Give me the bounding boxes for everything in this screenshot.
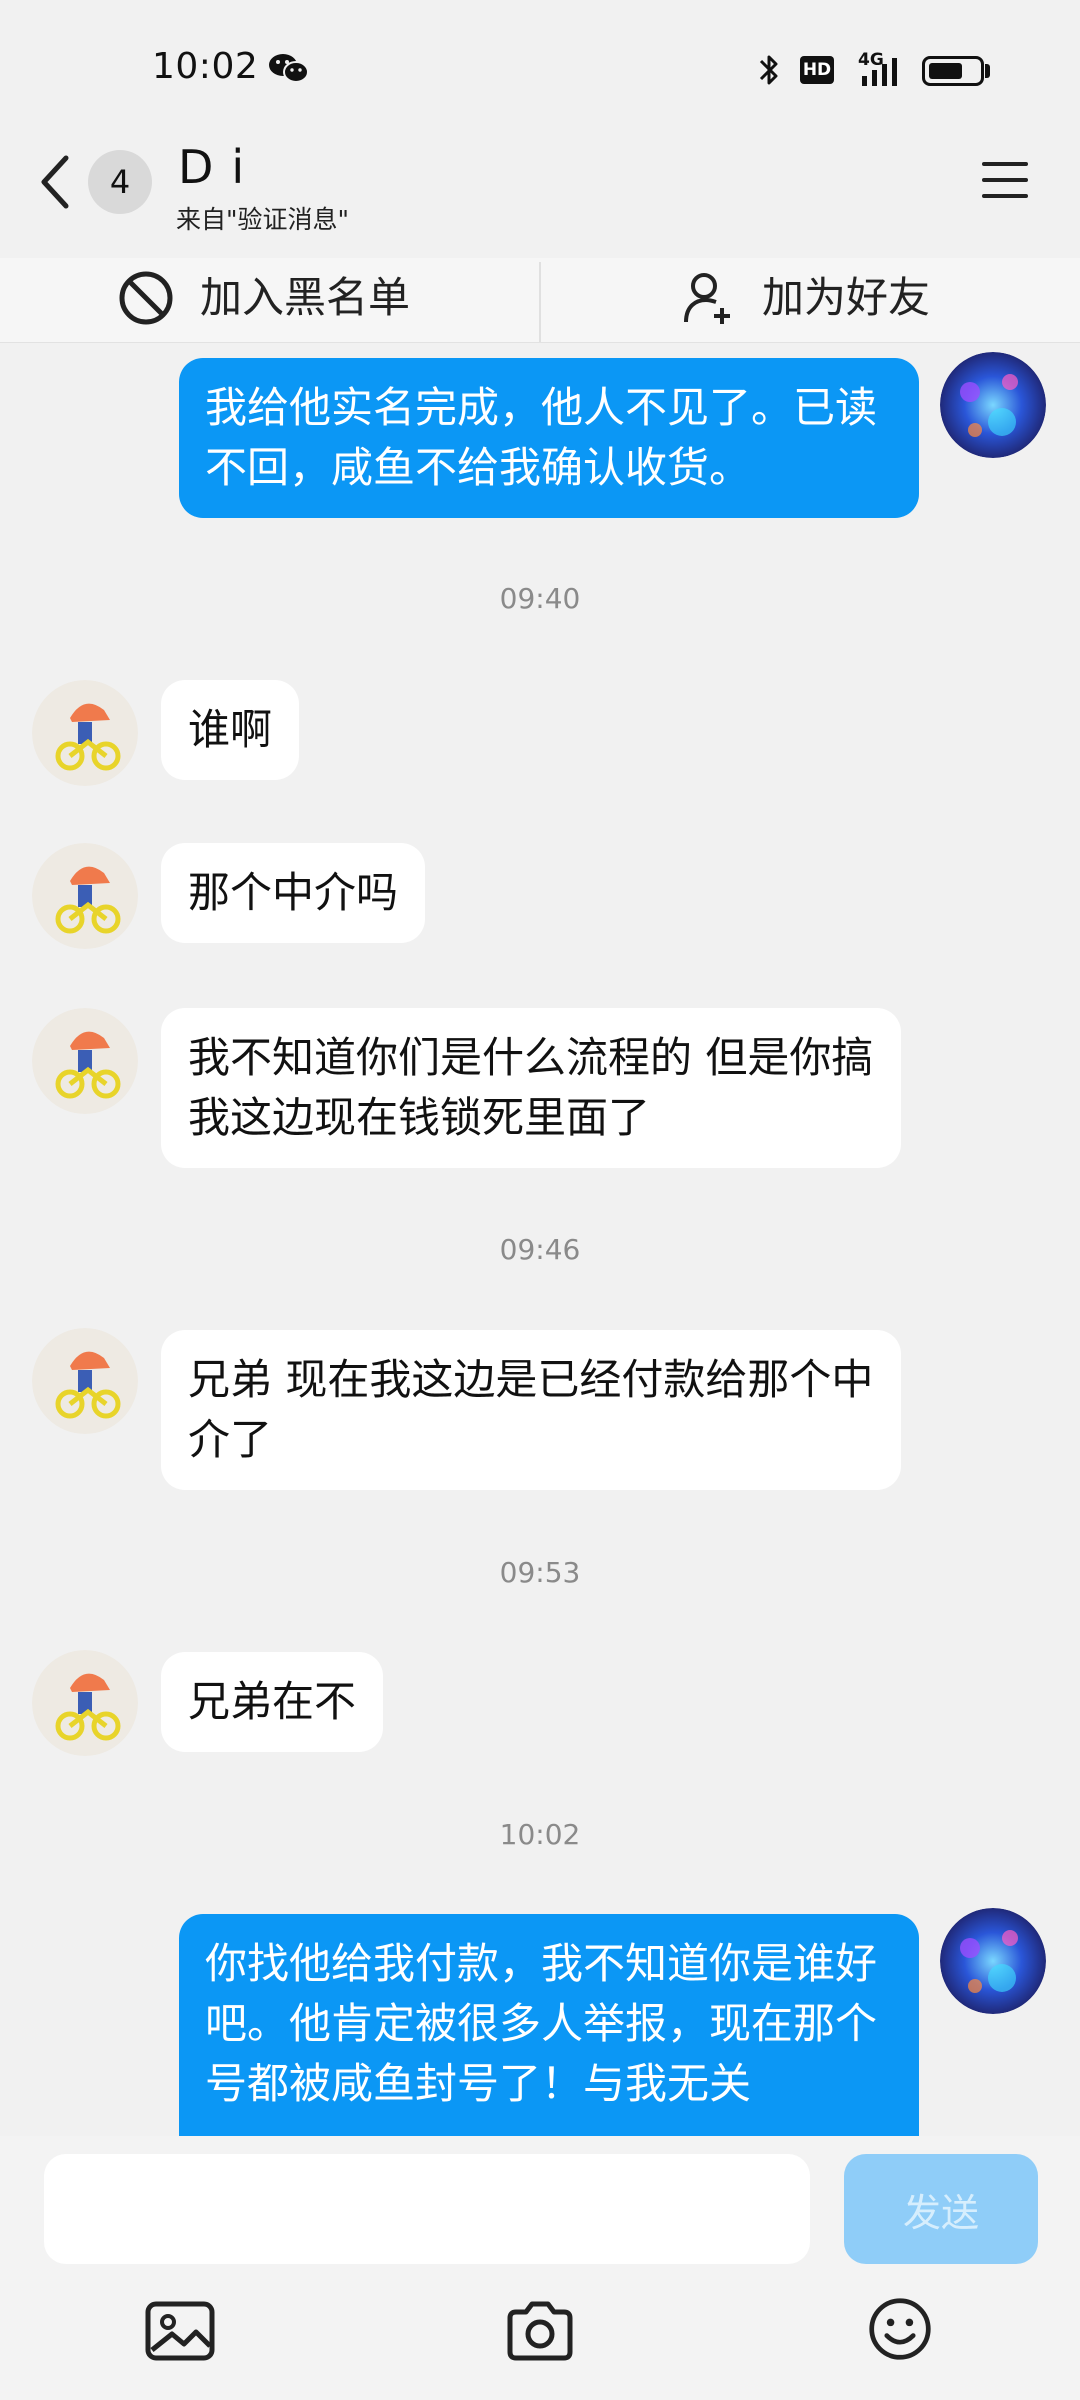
my-avatar[interactable] (940, 1908, 1046, 2014)
menu-icon[interactable] (980, 158, 1030, 202)
contact-source: 来自"验证消息" (176, 205, 349, 234)
unread-count-badge[interactable]: 4 (88, 150, 152, 214)
message-input[interactable] (44, 2154, 810, 2264)
battery-tip (985, 64, 990, 78)
message-bubble-contact[interactable]: 兄弟 现在我这边是已经付款给那个中介了 (161, 1330, 901, 1490)
bluetooth-icon (759, 55, 778, 85)
message-bubble-contact[interactable]: 我不知道你们是什么流程的 但是你搞我这边现在钱锁死里面了 (161, 1008, 901, 1168)
contact-name: Di (178, 140, 263, 194)
message-bubble-mine[interactable]: 你找他给我付款，我不知道你是谁好吧。他肯定被很多人举报，现在那个号都被咸鱼封号了… (179, 1914, 919, 2136)
action-divider (539, 262, 541, 342)
image-icon[interactable] (144, 2298, 216, 2364)
contact-avatar[interactable] (32, 1008, 138, 1114)
camera-icon[interactable] (504, 2298, 576, 2364)
timestamp: 09:53 (499, 1556, 581, 1589)
message-bubble-contact[interactable]: 谁啊 (161, 680, 300, 780)
message-bubble-mine[interactable]: 我给他实名完成，他人不见了。已读不回，咸鱼不给我确认收货。 (179, 358, 919, 518)
timestamp: 09:40 (499, 582, 581, 615)
timestamp: 10:02 (499, 1818, 581, 1851)
contact-avatar[interactable] (32, 1650, 138, 1756)
contact-avatar[interactable] (32, 843, 138, 949)
emoji-icon[interactable] (864, 2296, 936, 2362)
contact-avatar[interactable] (32, 1328, 138, 1434)
contact-avatar[interactable] (32, 680, 138, 786)
send-button[interactable]: 发送 (844, 2154, 1038, 2264)
wechat-icon (269, 54, 309, 83)
block-button[interactable]: 加入黑名单 (200, 268, 410, 328)
back-arrow-icon[interactable] (36, 150, 76, 214)
battery-icon (922, 56, 984, 86)
add-friend-button[interactable]: 加为好友 (762, 268, 930, 328)
block-icon[interactable] (116, 268, 176, 328)
hd-badge: HD (800, 56, 834, 84)
signal-icon (862, 58, 897, 86)
status-time: 10:02 (152, 46, 259, 87)
timestamp: 09:46 (499, 1233, 581, 1266)
my-avatar[interactable] (940, 352, 1046, 458)
add-friend-icon[interactable] (680, 268, 736, 328)
message-bubble-contact[interactable]: 兄弟在不 (161, 1652, 384, 1752)
message-bubble-contact[interactable]: 那个中介吗 (161, 843, 426, 943)
